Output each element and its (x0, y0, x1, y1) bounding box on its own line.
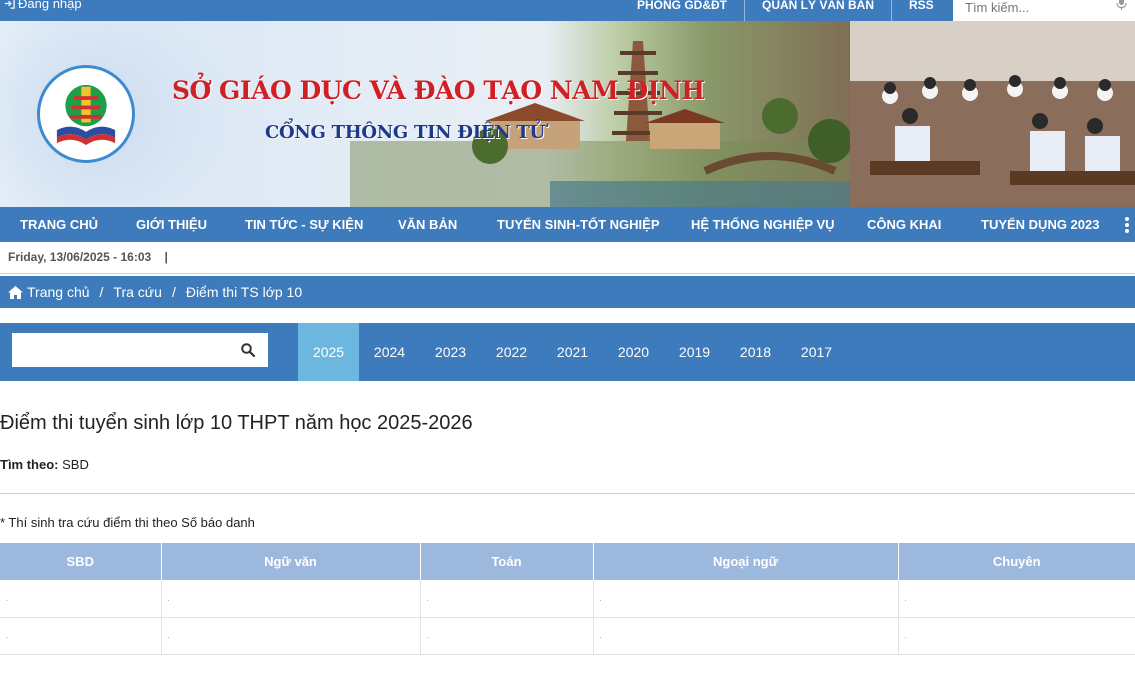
login-link[interactable]: Đăng nhập (4, 0, 82, 11)
column-header-toan: Toán (420, 543, 594, 580)
banner-title: SỞ GIÁO DỤC VÀ ĐÀO TẠO NAM ĐỊNH (172, 76, 705, 105)
top-search (953, 0, 1135, 21)
nav-item-gioi-thieu[interactable]: GIỚI THIỆU (136, 207, 207, 242)
year-tab-2020[interactable]: 2020 (603, 323, 664, 381)
search-by-label: Tìm theo: SBD (0, 457, 89, 472)
table-row: . . . . . (0, 580, 1135, 618)
table-cell: . (898, 617, 1135, 655)
breadcrumb: Trang chủ / Tra cứu / Điểm thi TS lớp 10 (0, 276, 1135, 308)
table-cell: . (161, 580, 421, 618)
year-tab-2019[interactable]: 2019 (664, 323, 725, 381)
divider (0, 493, 1135, 494)
score-search-box (12, 333, 268, 367)
year-tab-2021[interactable]: 2021 (542, 323, 603, 381)
top-link-van-ban[interactable]: QUẢN LÝ VĂN BẢN (744, 0, 891, 21)
table-cell: . (898, 580, 1135, 618)
banner-subtitle: CỔNG THÔNG TIN ĐIỆN TỬ (265, 122, 545, 143)
column-header-ngu-van: Ngữ văn (161, 543, 421, 580)
nav-item-cong-khai[interactable]: CÔNG KHAI (867, 207, 941, 242)
breadcrumb-separator: / (99, 284, 104, 300)
year-tab-2018[interactable]: 2018 (725, 323, 786, 381)
department-logo[interactable] (37, 65, 135, 163)
search-note: * Thí sinh tra cứu điểm thi theo Số báo … (0, 515, 255, 530)
banner-scene-image (350, 21, 1135, 207)
breadcrumb-home[interactable]: Trang chủ (27, 284, 90, 300)
more-vertical-icon[interactable] (1124, 217, 1130, 233)
nav-item-trang-chu[interactable]: TRANG CHỦ (20, 207, 98, 242)
breadcrumb-current[interactable]: Điểm thi TS lớp 10 (186, 284, 302, 300)
year-tab-2024[interactable]: 2024 (359, 323, 420, 381)
table-cell: . (0, 580, 162, 618)
year-tab-2025[interactable]: 2025 (298, 323, 359, 381)
score-search-input[interactable] (12, 333, 227, 367)
sign-in-icon (4, 0, 15, 9)
top-link-rss[interactable]: RSS (891, 0, 951, 21)
nav-item-he-thong[interactable]: HỆ THỐNG NGHIỆP VỤ (691, 207, 835, 242)
page-title: Điểm thi tuyển sinh lớp 10 THPT năm học … (0, 412, 473, 434)
nav-item-tin-tuc[interactable]: TIN TỨC - SỰ KIỆN (245, 207, 363, 242)
login-label: Đăng nhập (18, 0, 82, 11)
home-icon (8, 285, 23, 299)
year-tabs: 2025 2024 2023 2022 2021 2020 2019 2018 … (298, 323, 847, 381)
search-by-value: SBD (62, 457, 89, 472)
top-links: PHÒNG GD&ĐT QUẢN LÝ VĂN BẢN RSS (620, 0, 951, 21)
site-banner: SỞ GIÁO DỤC VÀ ĐÀO TẠO NAM ĐỊNH CỔNG THÔ… (0, 21, 1135, 207)
table-header-row: SBD Ngữ văn Toán Ngoại ngữ Chuyên (0, 543, 1135, 580)
table-cell: . (593, 617, 899, 655)
top-link-phong-gd[interactable]: PHÒNG GD&ĐT (620, 0, 744, 21)
column-header-ngoai-ngu: Ngoại ngữ (593, 543, 899, 580)
table-cell: . (0, 617, 162, 655)
table-row: . . . . . (0, 617, 1135, 655)
table-cell: . (420, 617, 594, 655)
breadcrumb-tra-cuu[interactable]: Tra cứu (113, 284, 162, 300)
table-cell: . (420, 580, 594, 618)
score-table: SBD Ngữ văn Toán Ngoại ngữ Chuyên . . . … (0, 543, 1135, 655)
year-tab-2022[interactable]: 2022 (481, 323, 542, 381)
column-header-sbd: SBD (0, 543, 162, 580)
microphone-icon[interactable] (1116, 0, 1127, 11)
breadcrumb-separator: / (171, 284, 176, 300)
year-tab-2023[interactable]: 2023 (420, 323, 481, 381)
table-cell: . (161, 617, 421, 655)
nav-item-van-ban[interactable]: VĂN BẢN (398, 207, 457, 242)
column-header-chuyen: Chuyên (898, 543, 1135, 580)
top-search-input[interactable] (953, 0, 1103, 18)
date-line: Friday, 13/06/2025 - 16:03 | (0, 242, 1135, 274)
table-cell: . (593, 580, 899, 618)
year-tab-2017[interactable]: 2017 (786, 323, 847, 381)
nav-item-tuyen-sinh[interactable]: TUYỂN SINH-TỐT NGHIỆP (497, 207, 660, 242)
top-bar: Đăng nhập PHÒNG GD&ĐT QUẢN LÝ VĂN BẢN RS… (0, 0, 1135, 21)
nav-item-tuyen-dung[interactable]: TUYỂN DỤNG 2023 (981, 207, 1099, 242)
search-icon[interactable] (241, 343, 255, 357)
year-filter-bar: 2025 2024 2023 2022 2021 2020 2019 2018 … (0, 323, 1135, 381)
current-datetime: Friday, 13/06/2025 - 16:03 | (8, 250, 168, 264)
search-by-key: Tìm theo: (0, 457, 59, 472)
main-nav: TRANG CHỦ GIỚI THIỆU TIN TỨC - SỰ KIỆN V… (0, 207, 1135, 242)
